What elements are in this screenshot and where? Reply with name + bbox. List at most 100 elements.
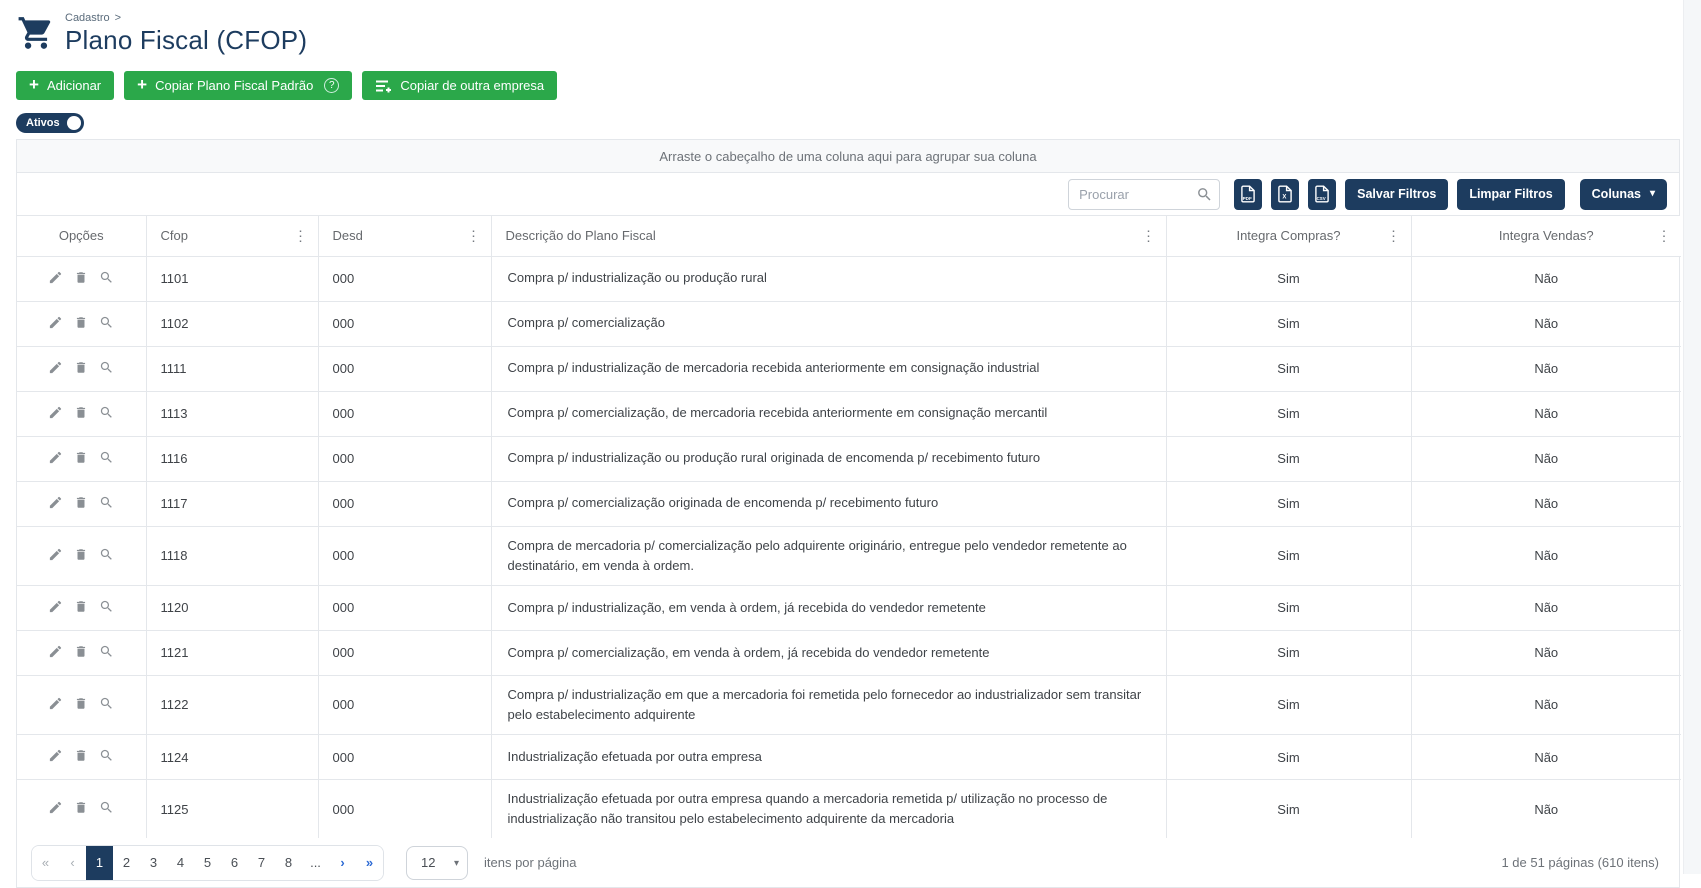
edit-icon[interactable] bbox=[48, 270, 63, 285]
descricao-cell: Industrialização efetuada por outra empr… bbox=[491, 735, 1166, 780]
group-hint-text: Arraste o cabeçalho de uma coluna aqui p… bbox=[659, 149, 1036, 164]
view-icon[interactable] bbox=[99, 270, 114, 285]
breadcrumb-chevron-icon: > bbox=[115, 12, 121, 24]
column-menu-icon[interactable]: ⋮ bbox=[463, 226, 485, 245]
delete-icon[interactable] bbox=[74, 696, 88, 711]
view-icon[interactable] bbox=[99, 360, 114, 375]
delete-icon[interactable] bbox=[74, 800, 88, 815]
row-actions-cell bbox=[17, 675, 146, 734]
edit-icon[interactable] bbox=[48, 405, 63, 420]
chevron-down-icon: ▾ bbox=[454, 858, 459, 869]
edit-icon[interactable] bbox=[48, 450, 63, 465]
column-header-integra-compras[interactable]: Integra Compras? ⋮ bbox=[1166, 216, 1411, 256]
view-icon[interactable] bbox=[99, 495, 114, 510]
page-scroll-gutter bbox=[1683, 0, 1701, 874]
row-actions-cell bbox=[17, 256, 146, 301]
view-icon[interactable] bbox=[99, 748, 114, 763]
row-actions-cell bbox=[17, 526, 146, 585]
pager-page-button[interactable]: 4 bbox=[167, 846, 194, 880]
page-size-select[interactable]: 12 ▾ bbox=[406, 846, 468, 880]
delete-icon[interactable] bbox=[74, 405, 88, 420]
copy-default-fiscal-plan-button[interactable]: + Copiar Plano Fiscal Padrão ? bbox=[124, 71, 352, 100]
column-menu-icon[interactable]: ⋮ bbox=[1138, 226, 1160, 245]
column-header-integra-vendas[interactable]: Integra Vendas? ⋮ bbox=[1411, 216, 1681, 256]
view-icon[interactable] bbox=[99, 599, 114, 614]
header-text: Cadastro > Plano Fiscal (CFOP) bbox=[65, 10, 307, 56]
copy-default-label: Copiar Plano Fiscal Padrão bbox=[155, 78, 313, 93]
column-header-cfop[interactable]: Cfop ⋮ bbox=[146, 216, 318, 256]
view-icon[interactable] bbox=[99, 644, 114, 659]
save-filters-button[interactable]: Salvar Filtros bbox=[1345, 179, 1448, 210]
svg-text:X: X bbox=[1283, 195, 1287, 201]
desd-cell: 000 bbox=[318, 675, 491, 734]
edit-icon[interactable] bbox=[48, 315, 63, 330]
view-icon[interactable] bbox=[99, 405, 114, 420]
delete-icon[interactable] bbox=[74, 599, 88, 614]
column-menu-icon[interactable]: ⋮ bbox=[1653, 226, 1675, 245]
actives-toggle[interactable]: Ativos bbox=[16, 113, 84, 133]
pager-ellipsis[interactable]: ... bbox=[302, 846, 329, 880]
column-menu-icon[interactable]: ⋮ bbox=[1383, 226, 1405, 245]
info-icon[interactable]: ? bbox=[324, 78, 339, 93]
page-size-value: 12 bbox=[421, 855, 435, 870]
pager-prev-button[interactable]: ‹ bbox=[59, 846, 86, 880]
export-csv-button[interactable]: CSV bbox=[1308, 179, 1336, 210]
plus-icon: + bbox=[137, 76, 147, 93]
pager-page-button[interactable]: 1 bbox=[86, 846, 113, 880]
delete-icon[interactable] bbox=[74, 360, 88, 375]
edit-icon[interactable] bbox=[48, 547, 63, 562]
edit-icon[interactable] bbox=[48, 495, 63, 510]
group-by-drop-zone[interactable]: Arraste o cabeçalho de uma coluna aqui p… bbox=[17, 140, 1679, 173]
pager-last-button[interactable]: » bbox=[356, 846, 383, 880]
row-actions-cell bbox=[17, 780, 146, 839]
delete-icon[interactable] bbox=[74, 270, 88, 285]
row-actions-cell bbox=[17, 481, 146, 526]
view-icon[interactable] bbox=[99, 696, 114, 711]
descricao-cell: Compra p/ comercialização bbox=[491, 301, 1166, 346]
pager-page-button[interactable]: 6 bbox=[221, 846, 248, 880]
columns-button[interactable]: Colunas ▾ bbox=[1580, 179, 1667, 210]
view-icon[interactable] bbox=[99, 800, 114, 815]
clear-filters-button[interactable]: Limpar Filtros bbox=[1457, 179, 1564, 210]
delete-icon[interactable] bbox=[74, 547, 88, 562]
cfop-cell: 1101 bbox=[146, 256, 318, 301]
table-row: 1113 000 Compra p/ comercialização, de m… bbox=[17, 391, 1681, 436]
edit-icon[interactable] bbox=[48, 800, 63, 815]
search-icon[interactable] bbox=[1196, 186, 1213, 203]
breadcrumb-item[interactable]: Cadastro bbox=[65, 12, 110, 24]
pager-next-button[interactable]: › bbox=[329, 846, 356, 880]
delete-icon[interactable] bbox=[74, 450, 88, 465]
pager-page-button[interactable]: 7 bbox=[248, 846, 275, 880]
table-row: 1125 000 Industrialização efetuada por o… bbox=[17, 780, 1681, 839]
column-header-desd[interactable]: Desd ⋮ bbox=[318, 216, 491, 256]
export-pdf-button[interactable]: PDF bbox=[1234, 179, 1262, 210]
view-icon[interactable] bbox=[99, 450, 114, 465]
edit-icon[interactable] bbox=[48, 599, 63, 614]
descricao-cell: Compra p/ industrialização ou produção r… bbox=[491, 256, 1166, 301]
edit-icon[interactable] bbox=[48, 360, 63, 375]
integra-vendas-cell: Não bbox=[1411, 346, 1681, 391]
view-icon[interactable] bbox=[99, 315, 114, 330]
table-row: 1111 000 Compra p/ industrialização de m… bbox=[17, 346, 1681, 391]
column-menu-icon[interactable]: ⋮ bbox=[290, 226, 312, 245]
delete-icon[interactable] bbox=[74, 748, 88, 763]
pager-page-button[interactable]: 5 bbox=[194, 846, 221, 880]
table-row: 1124 000 Industrialização efetuada por o… bbox=[17, 735, 1681, 780]
data-grid: Arraste o cabeçalho de uma coluna aqui p… bbox=[16, 139, 1680, 888]
delete-icon[interactable] bbox=[74, 644, 88, 659]
edit-icon[interactable] bbox=[48, 748, 63, 763]
delete-icon[interactable] bbox=[74, 315, 88, 330]
copy-from-company-button[interactable]: Copiar de outra empresa bbox=[362, 71, 557, 100]
pager-page-button[interactable]: 8 bbox=[275, 846, 302, 880]
column-header-descricao[interactable]: Descrição do Plano Fiscal ⋮ bbox=[491, 216, 1166, 256]
export-excel-button[interactable]: X bbox=[1271, 179, 1299, 210]
edit-icon[interactable] bbox=[48, 696, 63, 711]
view-icon[interactable] bbox=[99, 547, 114, 562]
pager-page-button[interactable]: 3 bbox=[140, 846, 167, 880]
edit-icon[interactable] bbox=[48, 644, 63, 659]
add-button[interactable]: + Adicionar bbox=[16, 71, 114, 100]
integra-vendas-cell: Não bbox=[1411, 301, 1681, 346]
pager-page-button[interactable]: 2 bbox=[113, 846, 140, 880]
pager-first-button[interactable]: « bbox=[32, 846, 59, 880]
delete-icon[interactable] bbox=[74, 495, 88, 510]
